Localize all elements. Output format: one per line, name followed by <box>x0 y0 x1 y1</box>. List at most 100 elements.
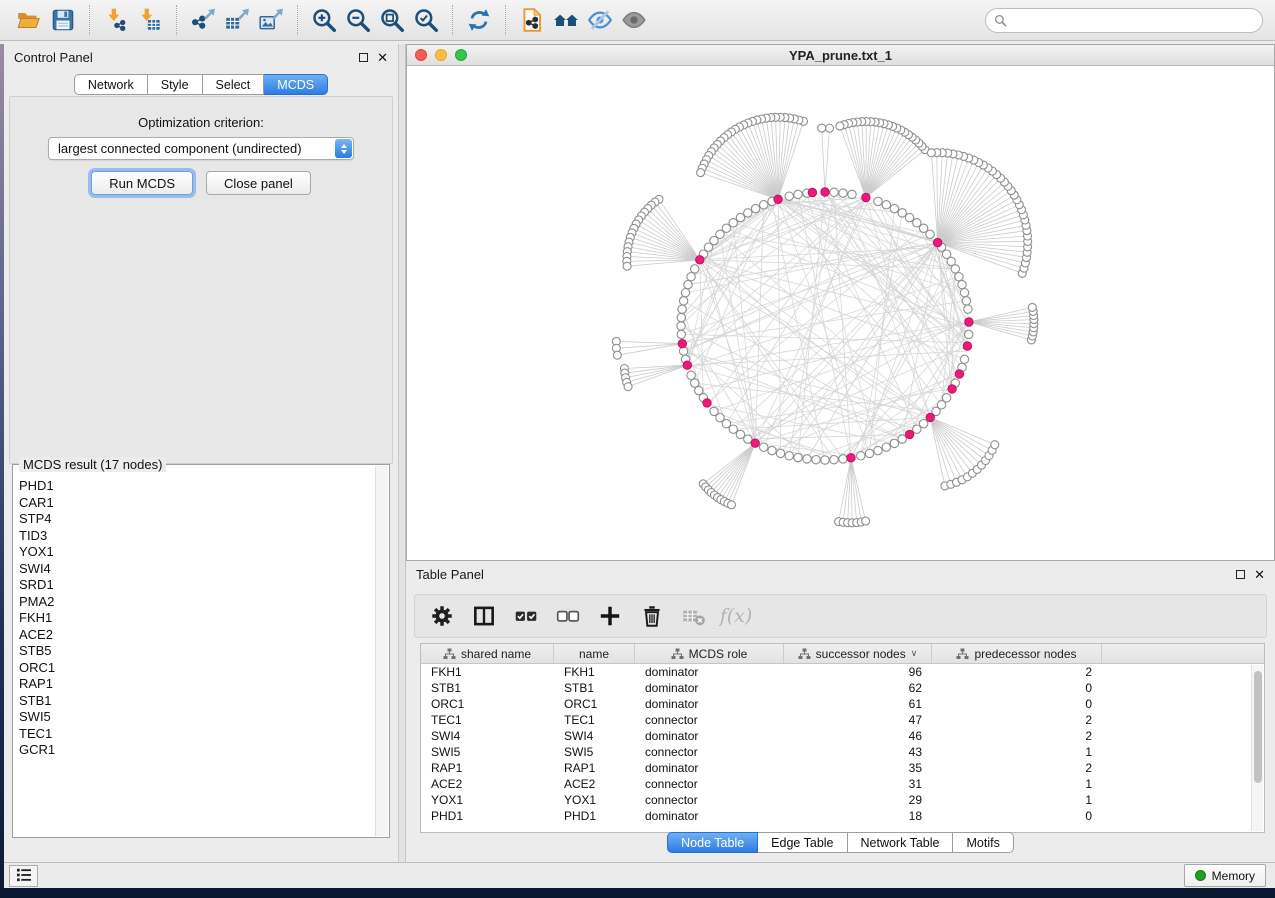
search-icon <box>994 14 1007 32</box>
table-cell: ORC1 <box>421 697 554 711</box>
memory-button[interactable]: Memory <box>1184 864 1266 887</box>
tab-network-table[interactable]: Network Table <box>848 832 954 853</box>
result-node-item[interactable]: YOX1 <box>19 544 373 561</box>
column-header-MCDS-role[interactable]: MCDS role <box>635 644 784 663</box>
zoom-in-icon[interactable] <box>309 5 339 35</box>
table-cell: 1 <box>932 777 1102 791</box>
deselect-all-icon[interactable] <box>555 603 581 629</box>
hide-eye-icon[interactable] <box>585 5 615 35</box>
table-row[interactable]: YOX1YOX1connector291 <box>421 792 1264 808</box>
table-row[interactable]: FKH1FKH1dominator962 <box>421 664 1264 680</box>
table-row[interactable]: ORC1ORC1dominator610 <box>421 696 1264 712</box>
result-node-item[interactable]: ORC1 <box>19 660 373 677</box>
float-table-panel-icon[interactable] <box>1236 570 1245 579</box>
close-panel-button[interactable]: Close panel <box>206 171 311 195</box>
table-row[interactable]: SWI4SWI4dominator462 <box>421 728 1264 744</box>
network-list-button[interactable] <box>9 865 38 887</box>
table-row[interactable]: PHD1PHD1dominator180 <box>421 808 1264 824</box>
import-network-icon[interactable] <box>101 5 131 35</box>
mcds-panel: Optimization criterion: largest connecte… <box>9 96 393 464</box>
table-row[interactable]: TEC1TEC1connector472 <box>421 712 1264 728</box>
document-network-icon[interactable] <box>517 5 547 35</box>
export-network-icon[interactable] <box>188 5 218 35</box>
close-table-panel-icon[interactable]: ✕ <box>1254 568 1265 581</box>
table-cell: 0 <box>932 681 1102 695</box>
table-row[interactable]: SWI5SWI5connector431 <box>421 744 1264 760</box>
table-cell: dominator <box>635 665 784 679</box>
table-cell: dominator <box>635 681 784 695</box>
homes-icon[interactable] <box>551 5 581 35</box>
column-header-predecessor-nodes[interactable]: predecessor nodes <box>932 644 1102 663</box>
select-all-icon[interactable] <box>513 603 539 629</box>
result-node-item[interactable]: PMA2 <box>19 594 373 611</box>
table-scrollbar-thumb[interactable] <box>1254 671 1262 783</box>
org-chart-icon <box>443 648 456 660</box>
zoom-out-icon[interactable] <box>343 5 373 35</box>
tab-mcds[interactable]: MCDS <box>264 74 328 95</box>
tab-edge-table[interactable]: Edge Table <box>758 832 847 853</box>
export-image-icon[interactable] <box>256 5 286 35</box>
table-cell: 2 <box>932 665 1102 679</box>
run-mcds-button[interactable]: Run MCDS <box>91 171 193 195</box>
table-row[interactable]: RAP1RAP1dominator352 <box>421 760 1264 776</box>
result-node-item[interactable]: SWI4 <box>19 561 373 578</box>
result-node-item[interactable]: GCR1 <box>19 742 373 759</box>
table-cell: FKH1 <box>421 665 554 679</box>
column-header-successor-nodes[interactable]: successor nodes∨ <box>784 644 932 663</box>
table-scrollbar[interactable] <box>1251 665 1263 831</box>
export-table-icon[interactable] <box>222 5 252 35</box>
result-node-item[interactable]: TEC1 <box>19 726 373 743</box>
result-node-item[interactable]: FKH1 <box>19 610 373 627</box>
zoom-fit-icon[interactable] <box>377 5 407 35</box>
table-cell: 35 <box>784 761 932 775</box>
zoom-selected-icon[interactable] <box>411 5 441 35</box>
add-row-icon[interactable] <box>597 603 623 629</box>
save-icon[interactable] <box>48 5 78 35</box>
result-node-item[interactable]: STB5 <box>19 643 373 660</box>
list-icon <box>16 868 32 885</box>
table-cell: connector <box>635 793 784 807</box>
result-node-item[interactable]: SWI5 <box>19 709 373 726</box>
open-folder-icon[interactable] <box>14 5 44 35</box>
status-bar: Memory <box>0 862 1275 888</box>
search-input[interactable] <box>985 8 1263 33</box>
result-node-item[interactable]: CAR1 <box>19 495 373 512</box>
float-panel-icon[interactable] <box>359 53 368 62</box>
result-node-item[interactable]: SRD1 <box>19 577 373 594</box>
import-table-icon[interactable] <box>135 5 165 35</box>
table-cell: 1 <box>932 745 1102 759</box>
tab-style[interactable]: Style <box>148 74 203 95</box>
tab-select[interactable]: Select <box>203 74 265 95</box>
table-cell: YOX1 <box>554 793 635 807</box>
tab-network[interactable]: Network <box>74 74 148 95</box>
refresh-icon[interactable] <box>464 5 494 35</box>
criterion-dropdown[interactable]: largest connected component (undirected) <box>48 137 354 160</box>
result-list-scrollbar[interactable] <box>375 466 388 836</box>
table-cell: STB1 <box>554 681 635 695</box>
tab-node-table[interactable]: Node Table <box>667 832 758 853</box>
mcds-result-list[interactable]: PHD1CAR1STP4TID3YOX1SWI4SRD1PMA2FKH1ACE2… <box>19 469 373 835</box>
main-toolbar <box>0 0 1275 41</box>
columns-icon[interactable] <box>471 603 497 629</box>
tab-motifs[interactable]: Motifs <box>953 832 1013 853</box>
table-row[interactable]: ACE2ACE2connector311 <box>421 776 1264 792</box>
close-panel-icon[interactable]: ✕ <box>377 51 388 64</box>
network-canvas[interactable] <box>407 66 1274 560</box>
table-cell: 29 <box>784 793 932 807</box>
table-cell: STB1 <box>421 681 554 695</box>
result-node-item[interactable]: STP4 <box>19 511 373 528</box>
gear-icon[interactable] <box>429 603 455 629</box>
table-row[interactable]: STB1STB1dominator620 <box>421 680 1264 696</box>
memory-status-icon <box>1195 870 1206 881</box>
result-node-item[interactable]: STB1 <box>19 693 373 710</box>
panel-splitter[interactable] <box>398 44 406 862</box>
result-node-item[interactable]: PHD1 <box>19 478 373 495</box>
result-node-item[interactable]: RAP1 <box>19 676 373 693</box>
result-node-item[interactable]: TID3 <box>19 528 373 545</box>
result-node-item[interactable]: ACE2 <box>19 627 373 644</box>
delete-row-icon[interactable] <box>639 603 665 629</box>
column-header-shared-name[interactable]: shared name <box>421 644 554 663</box>
toolbar-separator <box>505 5 506 35</box>
show-eye-icon[interactable] <box>619 5 649 35</box>
column-header-name[interactable]: name <box>554 644 635 663</box>
